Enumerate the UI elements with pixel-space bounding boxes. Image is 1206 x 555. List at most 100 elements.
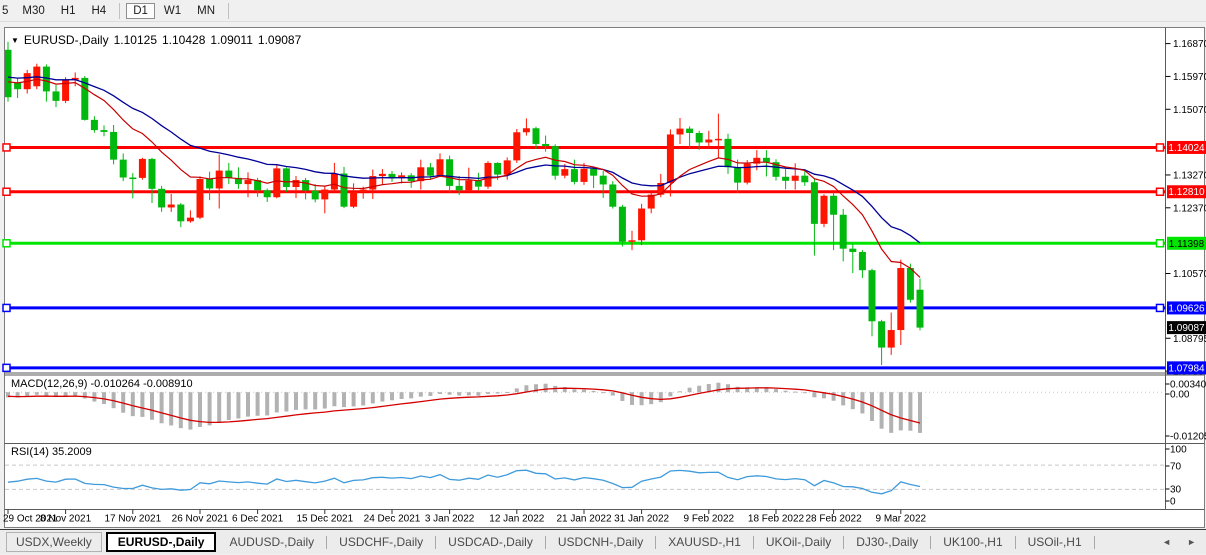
ohlc-open: 1.10125 (114, 33, 157, 47)
macd-bar (476, 392, 480, 396)
macd-bar (812, 392, 816, 397)
chart-title: ▼EURUSD-,Daily1.101251.104281.090111.090… (11, 33, 301, 47)
macd-bar (409, 392, 413, 398)
x-tick-label: 26 Nov 2021 (172, 514, 229, 525)
candle-body (897, 268, 904, 330)
candle-body (129, 178, 136, 180)
candle-body (273, 168, 280, 197)
y-tick-label: 1.13270 (1173, 170, 1206, 181)
tab-usoil-h1[interactable]: USOil-,H1 (1019, 533, 1091, 551)
macd-bar (371, 392, 375, 403)
candle-body (139, 159, 146, 178)
candle-body (542, 144, 549, 146)
tab-separator (843, 536, 844, 549)
macd-bar (784, 391, 788, 392)
tab-ukoil-daily[interactable]: UKOil-,Daily (757, 533, 840, 551)
candle-body (283, 168, 290, 187)
macd-bar (400, 392, 404, 399)
candle-body (264, 190, 271, 197)
hline-right-handle[interactable] (1157, 188, 1164, 195)
macd-bar (35, 392, 39, 395)
rsi-title: RSI(14) (11, 446, 49, 458)
candle-body (869, 270, 876, 321)
hline-price-label-text: 1.09626 (1168, 303, 1205, 314)
macd-bar (361, 392, 365, 405)
macd-bar (486, 392, 490, 394)
candle-body (725, 139, 732, 167)
tab-usdx-weekly[interactable]: USDX,Weekly (6, 532, 102, 552)
tab-scroll-right-icon[interactable]: ► (1187, 537, 1196, 547)
tab-dj30-daily[interactable]: DJ30-,Daily (847, 533, 927, 551)
candle-body (504, 160, 511, 174)
chart-canvas[interactable]: 1.168701.159701.150701.132701.123701.105… (0, 0, 1206, 555)
x-tick-label: 28 Feb 2022 (806, 514, 863, 525)
rsi-axis-label: 0 (1170, 497, 1176, 508)
x-tick-label: 17 Nov 2021 (104, 514, 161, 525)
candle-body (744, 164, 751, 183)
current-price-label-text: 1.09087 (1168, 323, 1205, 334)
trading-terminal: 5 M30 H1 H4 D1 W1 MN 1.168701.159701.150… (0, 0, 1206, 555)
x-tick-label: 18 Feb 2022 (748, 514, 805, 525)
hline-price-label-text: 1.12810 (1168, 187, 1205, 198)
hline-right-handle[interactable] (1157, 240, 1164, 247)
candle-body (830, 196, 837, 215)
candle-body (523, 128, 530, 132)
tab-uk100-h1[interactable]: UK100-,H1 (934, 533, 1011, 551)
macd-bar (774, 389, 778, 392)
hline-left-handle[interactable] (3, 144, 10, 151)
macd-title: MACD(12,26,9) (11, 378, 87, 390)
hline-left-handle[interactable] (3, 240, 10, 247)
candle-body (437, 159, 444, 175)
tab-usdchf-daily[interactable]: USDCHF-,Daily (330, 533, 432, 551)
macd-value-main: -0.010264 (90, 378, 140, 390)
hline-right-handle[interactable] (1157, 304, 1164, 311)
rsi-axis-label: 30 (1170, 485, 1182, 496)
macd-bar (227, 392, 231, 420)
candle-body (101, 130, 108, 132)
candle-body (110, 132, 117, 160)
candle-body (705, 140, 712, 143)
candle-body (878, 321, 885, 347)
rsi-value: 35.2009 (52, 446, 92, 458)
tab-xauusd-h1[interactable]: XAUUSD-,H1 (659, 533, 750, 551)
macd-bar (284, 392, 288, 411)
candle-body (590, 169, 597, 176)
macd-bar (697, 386, 701, 392)
tab-eurusd-daily[interactable]: EURUSD-,Daily (106, 532, 217, 552)
tab-usdcnh-daily[interactable]: USDCNH-,Daily (549, 533, 652, 551)
macd-bar (140, 392, 144, 417)
macd-bar (275, 392, 279, 412)
macd-bar (131, 392, 135, 416)
candle-body (216, 171, 223, 189)
candle-body (600, 176, 607, 185)
chart-tab-bar: USDX,Weekly EURUSD-,Daily AUDUSD-,Daily … (0, 529, 1206, 554)
candle-body (888, 330, 895, 348)
macd-bar (304, 392, 308, 409)
macd-bar (160, 392, 164, 423)
hline-right-handle[interactable] (1157, 144, 1164, 151)
hline-left-handle[interactable] (3, 364, 10, 371)
candle-body (561, 169, 568, 176)
candle-body (782, 177, 789, 181)
macd-bar (832, 392, 836, 401)
macd-bar (438, 392, 442, 394)
candle-body (677, 129, 684, 135)
x-tick-label: 24 Dec 2021 (364, 514, 421, 525)
hline-left-handle[interactable] (3, 304, 10, 311)
tab-usdcad-daily[interactable]: USDCAD-,Daily (439, 533, 542, 551)
tab-audusd-daily[interactable]: AUDUSD-,Daily (220, 533, 323, 551)
macd-bar (44, 392, 48, 395)
candle-body (629, 240, 636, 242)
macd-bar (419, 392, 423, 396)
macd-bar (25, 392, 29, 396)
macd-bar (640, 392, 644, 405)
symbol-dropdown-icon[interactable]: ▼ (11, 36, 19, 45)
hline-left-handle[interactable] (3, 188, 10, 195)
candle-body (331, 174, 338, 190)
tab-scroll-left-icon[interactable]: ◄ (1162, 537, 1171, 547)
chart-window-frame (5, 28, 1205, 528)
hline-price-label-text: 1.07984 (1168, 363, 1205, 374)
candle-body (571, 169, 578, 182)
macd-bar (630, 392, 634, 405)
macd-value-signal: -0.008910 (143, 378, 193, 390)
